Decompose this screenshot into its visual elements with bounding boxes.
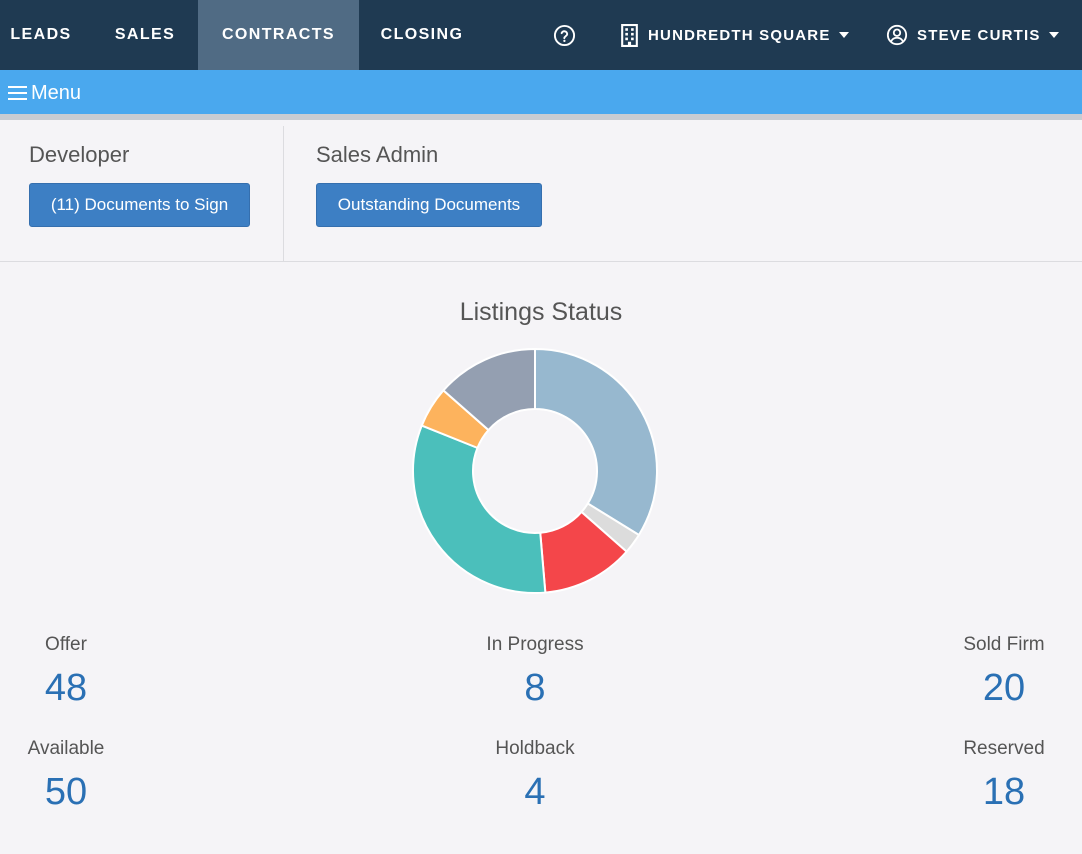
- donut-slice-offer[interactable]: [412, 424, 547, 594]
- user-menu[interactable]: STEVE CURTIS: [886, 0, 1059, 70]
- section-divider: [0, 261, 1082, 262]
- stat-label-available: Available: [27, 738, 105, 759]
- stat-label-in-progress: In Progress: [486, 634, 584, 655]
- tab-contracts[interactable]: CONTRACTS: [198, 0, 359, 70]
- stat-value-offer: 48: [44, 667, 88, 709]
- top-navigation: LEADS SALES CONTRACTS CLOSING HUNDREDTH …: [0, 0, 1082, 70]
- help-button[interactable]: [553, 0, 576, 70]
- documents-to-sign-button[interactable]: (11) Documents to Sign: [29, 183, 250, 227]
- user-name: STEVE CURTIS: [917, 26, 1041, 44]
- chevron-down-icon: [838, 32, 849, 38]
- stat-value-in-progress: 8: [524, 667, 546, 709]
- outstanding-documents-button[interactable]: Outstanding Documents: [316, 183, 542, 227]
- sales-admin-title: Sales Admin: [316, 142, 439, 167]
- stat-label-sold-firm: Sold Firm: [963, 634, 1045, 655]
- menu-label: Menu: [31, 81, 82, 104]
- stat-value-available: 50: [44, 771, 88, 813]
- stat-value-holdback: 4: [524, 771, 546, 813]
- chevron-down-icon: [1048, 32, 1059, 38]
- developer-panel: Developer (11) Documents to Sign: [0, 126, 283, 262]
- tab-leads[interactable]: LEADS: [0, 0, 82, 70]
- user-circle-icon: [886, 24, 908, 46]
- menu-bar: Menu: [0, 70, 1082, 120]
- stat-value-sold-firm: 20: [982, 667, 1026, 709]
- developer-title: Developer: [29, 142, 130, 167]
- donut-slice-available[interactable]: [534, 348, 658, 537]
- stat-label-holdback: Holdback: [495, 738, 575, 759]
- question-circle-icon: [553, 24, 576, 46]
- building-icon: [621, 23, 638, 47]
- hamburger-icon: [8, 85, 27, 101]
- sales-admin-panel: Sales Admin Outstanding Documents: [284, 126, 1082, 262]
- tab-closing[interactable]: CLOSING: [359, 0, 485, 70]
- stat-label-reserved: Reserved: [963, 738, 1045, 759]
- chart-title: Listings Status: [459, 298, 623, 326]
- listings-status-donut-chart: [412, 348, 658, 594]
- stat-value-reserved: 18: [982, 771, 1026, 813]
- stat-label-offer: Offer: [45, 634, 87, 655]
- project-selector[interactable]: HUNDREDTH SQUARE: [620, 0, 849, 70]
- project-name: HUNDREDTH SQUARE: [648, 26, 831, 44]
- tab-sales[interactable]: SALES: [92, 0, 198, 70]
- menu-button[interactable]: Menu: [8, 70, 81, 116]
